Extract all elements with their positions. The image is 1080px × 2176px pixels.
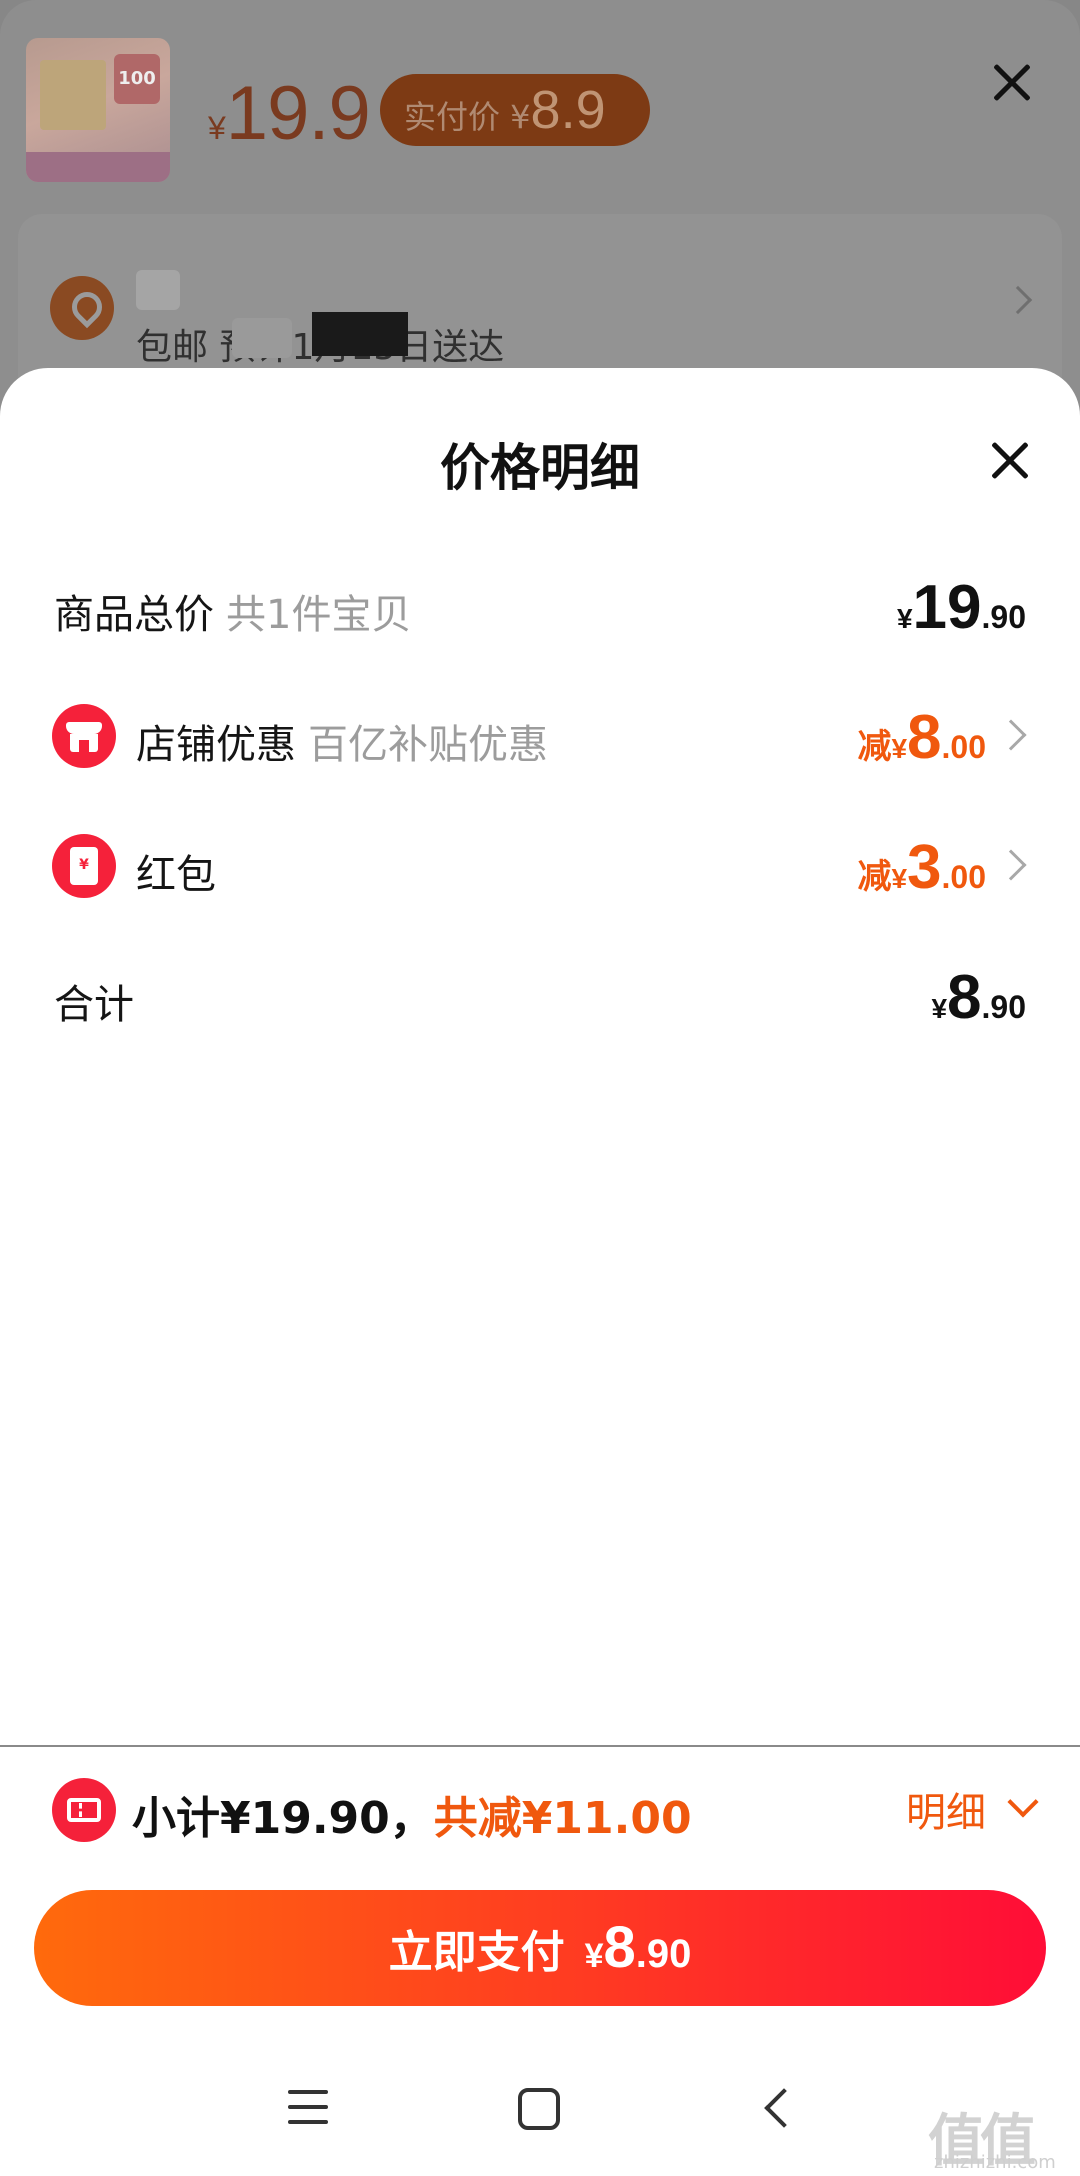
- grand-total-label: 合计: [54, 982, 134, 1028]
- watermark-site: zhizhizhi.com: [934, 2152, 1056, 2173]
- item-total-label: 商品总价: [54, 592, 214, 638]
- item-count-label: 共1件宝贝: [226, 592, 412, 638]
- currency-symbol: ¥: [891, 733, 908, 764]
- actual-price-label: 实付价 ¥: [404, 98, 531, 136]
- total-discount-text: 共减¥11.00: [433, 1793, 692, 1844]
- price-integer: 19: [912, 573, 982, 642]
- price-integer: 8: [907, 703, 942, 772]
- product-thumbnail: 100: [26, 38, 170, 182]
- grand-total-row: 合计 ¥8.90: [0, 958, 1080, 1038]
- currency-symbol: ¥: [891, 863, 908, 894]
- shop-icon: [52, 704, 116, 768]
- red-packet-row[interactable]: ¥ 红包 减¥3.00: [0, 828, 1080, 908]
- background-close-icon[interactable]: [992, 62, 1032, 102]
- price-decimal: .00: [941, 729, 986, 765]
- delivery-redaction-dark: [312, 312, 408, 356]
- chevron-right-icon: [995, 719, 1027, 751]
- pay-now-label: 立即支付: [388, 1927, 565, 1978]
- actual-price-pill: 实付价 ¥8.9: [380, 74, 650, 146]
- modal-title: 价格明细: [440, 439, 640, 497]
- address-redaction: [136, 270, 180, 310]
- product-price-value: 19.9: [225, 71, 371, 156]
- thumbnail-strip: [26, 152, 170, 182]
- price-decimal: .00: [941, 859, 986, 895]
- currency-symbol: ¥: [896, 603, 913, 634]
- minus-prefix: 减: [857, 858, 892, 896]
- pay-currency-symbol: ¥: [584, 1937, 604, 1975]
- pay-price-integer: 8: [603, 1915, 636, 1980]
- red-packet-label: 红包: [136, 852, 216, 898]
- red-packet-icon: ¥: [52, 834, 116, 898]
- pay-price-decimal: .90: [635, 1932, 692, 1976]
- price-integer: 8: [947, 963, 982, 1032]
- price-decimal: .90: [981, 989, 1026, 1025]
- price-decimal: .90: [981, 599, 1026, 635]
- coupon-icon: [52, 1778, 116, 1842]
- item-total-price: ¥19.90: [897, 572, 1026, 643]
- item-total-row: 商品总价 共1件宝贝 ¥19.90: [0, 568, 1080, 648]
- detail-toggle-label: 明细: [906, 1790, 986, 1836]
- red-packet-amount: 减¥3.00: [857, 832, 986, 903]
- home-icon[interactable]: [518, 2088, 560, 2130]
- subsidy-label: 百亿补贴优惠: [308, 722, 548, 768]
- shop-discount-label: 店铺优惠: [136, 722, 296, 768]
- product-price-symbol: ¥: [208, 110, 226, 146]
- chevron-right-icon: [995, 849, 1027, 881]
- subtotal-text: 小计¥19.90，: [132, 1793, 434, 1844]
- shop-discount-amount: 减¥8.00: [857, 702, 986, 773]
- shop-discount-row[interactable]: 店铺优惠 百亿补贴优惠 减¥8.00: [0, 698, 1080, 778]
- price-integer: 3: [907, 833, 942, 902]
- menu-icon[interactable]: [288, 2090, 328, 2124]
- actual-price-value: 8.9: [530, 80, 606, 140]
- location-icon: [50, 276, 114, 340]
- grand-total-price: ¥8.90: [931, 962, 1026, 1033]
- detail-toggle-button[interactable]: 明细: [906, 1780, 1040, 1840]
- thumbnail-graphic: [40, 60, 106, 130]
- thumbnail-badge: 100: [114, 54, 160, 104]
- chevron-down-icon: [1007, 1786, 1039, 1818]
- close-icon[interactable]: [990, 440, 1030, 480]
- red-packet-glyph: ¥: [79, 857, 89, 873]
- currency-symbol: ¥: [931, 993, 948, 1024]
- product-price: ¥19.9: [208, 70, 371, 157]
- delivery-redaction: [232, 318, 292, 358]
- subtotal-summary: 小计¥19.90，共减¥11.00: [132, 1782, 692, 1846]
- bottom-divider: [0, 1745, 1080, 1747]
- minus-prefix: 减: [857, 728, 892, 766]
- pay-now-button[interactable]: 立即支付 ¥8.90: [34, 1890, 1046, 2006]
